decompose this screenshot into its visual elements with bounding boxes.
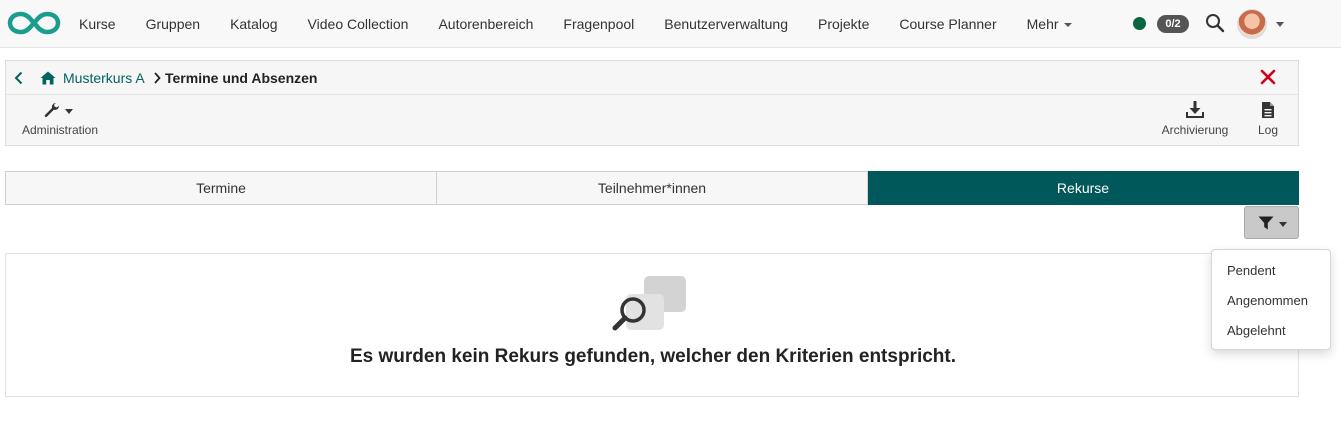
- nav-item-video-collection[interactable]: Video Collection: [293, 0, 424, 48]
- top-navigation: Kurse Gruppen Katalog Video Collection A…: [0, 0, 1341, 48]
- nav-item-fragenpool[interactable]: Fragenpool: [548, 0, 649, 48]
- empty-state-message: Es wurden kein Rekurs gefunden, welcher …: [349, 346, 957, 367]
- home-icon[interactable]: [40, 71, 56, 85]
- filter-button[interactable]: [1244, 206, 1299, 239]
- archive-button[interactable]: Archivierung: [1158, 101, 1232, 137]
- filter-option-pendent[interactable]: Pendent: [1212, 256, 1330, 286]
- tab-rekurse[interactable]: Rekurse: [868, 171, 1299, 205]
- wrench-icon: [44, 103, 73, 118]
- chevron-down-icon: [1063, 23, 1072, 28]
- nav-item-projekte[interactable]: Projekte: [803, 0, 884, 48]
- magnifier-icon: [612, 276, 686, 331]
- nav-item-kurse[interactable]: Kurse: [64, 0, 131, 48]
- avatar[interactable]: [1237, 9, 1267, 39]
- chevron-down-icon: [1279, 222, 1287, 227]
- breadcrumb: Musterkurs A Termine und Absenzen: [6, 61, 1298, 95]
- segment-tabs: Termine Teilnehmer*innen Rekurse: [5, 171, 1299, 205]
- search-icon[interactable]: [1205, 13, 1225, 33]
- log-button[interactable]: Log: [1254, 101, 1282, 137]
- close-icon[interactable]: [1260, 69, 1276, 85]
- breadcrumb-course-link[interactable]: Musterkurs A: [63, 61, 145, 95]
- course-toolbar: Musterkurs A Termine und Absenzen Admini…: [5, 60, 1299, 146]
- nav-item-katalog[interactable]: Katalog: [215, 0, 292, 48]
- archive-label: Archivierung: [1161, 123, 1229, 137]
- nav-item-benutzerverwaltung[interactable]: Benutzerverwaltung: [649, 0, 803, 48]
- chevron-down-icon[interactable]: [1276, 22, 1284, 27]
- nav-item-gruppen[interactable]: Gruppen: [131, 0, 215, 48]
- tab-termine[interactable]: Termine: [5, 171, 437, 205]
- file-icon: [1262, 102, 1274, 118]
- empty-state: Es wurden kein Rekurs gefunden, welcher …: [5, 253, 1299, 397]
- breadcrumb-current: Termine und Absenzen: [165, 70, 318, 86]
- filter-option-abgelehnt[interactable]: Abgelehnt: [1212, 316, 1330, 346]
- filter-dropdown-menu: Pendent Angenommen Abgelehnt: [1211, 249, 1331, 350]
- filter-option-angenommen[interactable]: Angenommen: [1212, 286, 1330, 316]
- toolbar-actions: Administration Archivierung Log: [6, 95, 1298, 146]
- back-icon[interactable]: [14, 71, 24, 85]
- download-icon: [1186, 101, 1204, 118]
- online-status-icon[interactable]: [1133, 17, 1146, 30]
- tab-teilnehmer[interactable]: Teilnehmer*innen: [437, 171, 868, 205]
- logo-icon[interactable]: [7, 10, 61, 36]
- nav-item-mehr[interactable]: Mehr: [1012, 0, 1087, 48]
- nav-item-mehr-label: Mehr: [1026, 16, 1059, 32]
- chevron-right-icon: [154, 72, 161, 84]
- nav-item-course-planner[interactable]: Course Planner: [884, 0, 1011, 48]
- filter-icon: [1258, 216, 1274, 230]
- main-menu: Kurse Gruppen Katalog Video Collection A…: [64, 0, 1087, 48]
- nav-item-autorenbereich[interactable]: Autorenbereich: [423, 0, 548, 48]
- log-label: Log: [1257, 123, 1279, 137]
- notification-badge[interactable]: 0/2: [1157, 15, 1189, 33]
- administration-label: Administration: [21, 123, 99, 137]
- administration-button[interactable]: Administration: [20, 101, 100, 137]
